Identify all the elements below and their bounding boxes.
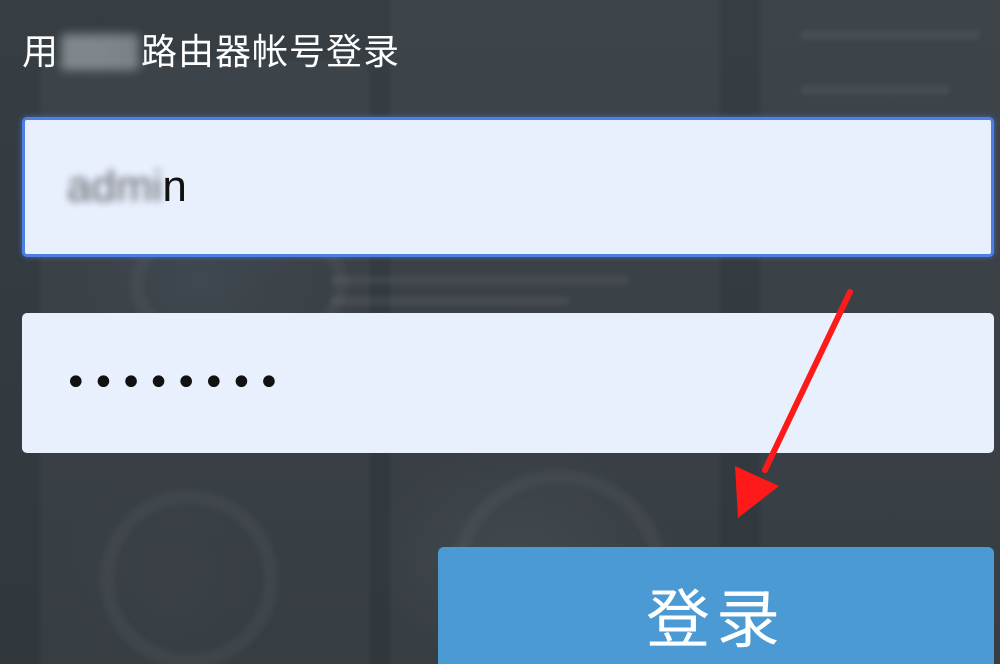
login-button-label: 登录 <box>646 584 786 658</box>
login-title-prefix: 用 <box>22 32 60 73</box>
username-redacted-text: admi <box>67 162 163 211</box>
login-title: 用 路由器帐号登录 <box>22 28 400 78</box>
background-line <box>330 275 630 285</box>
login-button[interactable]: 登录 <box>438 547 994 664</box>
password-input[interactable]: •••••••• <box>22 313 994 453</box>
redacted-brand <box>61 34 140 70</box>
background-ring <box>100 490 278 664</box>
background-line <box>800 85 950 95</box>
login-title-suffix: 路由器帐号登录 <box>141 32 401 73</box>
password-mask: •••••••• <box>64 360 285 406</box>
background-line <box>330 296 570 306</box>
username-input[interactable]: admi n <box>22 117 994 257</box>
username-value: n <box>162 162 187 211</box>
background-line <box>800 30 980 40</box>
